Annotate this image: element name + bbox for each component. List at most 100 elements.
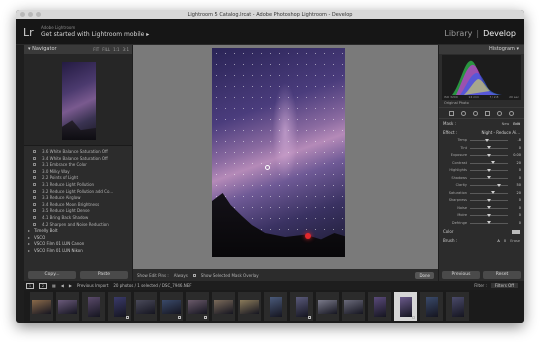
- slider-track[interactable]: [470, 168, 508, 172]
- history-step[interactable]: 2.2 Points of Light: [24, 175, 132, 182]
- history-step[interactable]: 3.4 White Balance Saturation Off: [24, 156, 132, 163]
- adjustment-brush-icon[interactable]: [509, 110, 515, 116]
- filmstrip-thumbnail[interactable]: [30, 292, 53, 321]
- slider-knob[interactable]: [490, 191, 495, 194]
- back-arrow-icon[interactable]: ◀: [61, 283, 64, 288]
- history-step[interactable]: 3.6 White Balance Saturation Off: [24, 149, 132, 156]
- history-step[interactable]: 3.5 Reduce Light Dense: [24, 208, 132, 215]
- slider-track[interactable]: [470, 146, 508, 149]
- slider-value[interactable]: 0: [519, 213, 521, 217]
- slider-value[interactable]: 20: [517, 161, 521, 165]
- edit-pins-select[interactable]: Always: [174, 273, 188, 278]
- filmstrip-thumbnail[interactable]: [264, 292, 287, 321]
- slider-noise[interactable]: Noise 0: [439, 205, 524, 213]
- copy-button[interactable]: Copy...: [28, 271, 76, 279]
- zoom-1-1[interactable]: 1:1: [113, 45, 119, 54]
- slider-knob[interactable]: [496, 183, 501, 187]
- zoom-fit[interactable]: FIT: [93, 45, 99, 54]
- slider-track[interactable]: [470, 161, 508, 164]
- slider-knob[interactable]: [487, 221, 491, 224]
- slider-value[interactable]: 0: [519, 198, 521, 202]
- history-step[interactable]: 3.2 Reduce Light Pollution add Co...: [24, 189, 132, 196]
- grid-icon[interactable]: ▦: [52, 283, 56, 288]
- filmstrip-thumbnail[interactable]: [316, 292, 339, 321]
- navigator-preview[interactable]: [24, 54, 132, 146]
- slider-saturation[interactable]: Saturation 20: [439, 190, 524, 198]
- slider-value[interactable]: 0: [519, 176, 521, 180]
- slider-knob[interactable]: [487, 153, 491, 157]
- filmstrip-thumbnail[interactable]: [82, 292, 105, 321]
- slider-value[interactable]: 0: [519, 146, 521, 150]
- filmstrip-thumbnail[interactable]: [108, 292, 131, 321]
- slider-track[interactable]: [470, 138, 508, 142]
- history-step[interactable]: 4.1 Bring Back Shadow: [24, 215, 132, 222]
- filmstrip-thumbnail[interactable]: [342, 292, 365, 321]
- filmstrip-thumbnail[interactable]: [160, 292, 183, 321]
- color-swatch[interactable]: [512, 229, 520, 234]
- filter-select[interactable]: Filters Off: [490, 283, 518, 288]
- mask-new[interactable]: New: [502, 122, 510, 126]
- paste-button[interactable]: Paste: [80, 271, 128, 279]
- slider-tint[interactable]: Tint 0: [439, 145, 524, 153]
- page-1-button[interactable]: 1: [26, 282, 34, 289]
- slider-knob[interactable]: [487, 198, 491, 202]
- preset-folder[interactable]: ▸ Timelly Bolt: [24, 228, 132, 235]
- slider-knob[interactable]: [487, 206, 491, 209]
- slider-knob[interactable]: [490, 161, 495, 164]
- history-step[interactable]: 3.4 Reduce Moon Brightness: [24, 202, 132, 209]
- slider-value[interactable]: 0: [519, 168, 521, 172]
- history-step[interactable]: 3.3 Reduce Airglow: [24, 195, 132, 202]
- filmstrip-thumbnail[interactable]: [186, 292, 209, 321]
- slider-defringe[interactable]: Defringe 0: [439, 220, 524, 228]
- slider-track[interactable]: [470, 221, 508, 224]
- forward-arrow-icon[interactable]: ▶: [69, 283, 72, 288]
- histogram-header[interactable]: Histogram ▾: [439, 45, 524, 54]
- reset-button[interactable]: Reset: [483, 271, 521, 279]
- slider-knob[interactable]: [487, 168, 491, 172]
- slider-moire[interactable]: Moire 0: [439, 212, 524, 220]
- filmstrip-thumbnail[interactable]: [134, 292, 157, 321]
- filmstrip-thumbnail[interactable]: [368, 292, 391, 321]
- history-step[interactable]: 3.1 Reduce Light Pollution: [24, 182, 132, 189]
- slider-track[interactable]: [470, 191, 508, 194]
- source-label[interactable]: Previous Import: [77, 283, 108, 288]
- slider-knob[interactable]: [485, 138, 490, 142]
- brush-pin-icon[interactable]: [265, 165, 270, 170]
- lightroom-mobile-link[interactable]: Get started with Lightroom mobile ▸: [41, 31, 149, 38]
- preset-folder[interactable]: ▸ VSCO: [24, 235, 132, 242]
- history-step[interactable]: 3.1 Embrace the Color: [24, 162, 132, 169]
- filmstrip-thumbnail[interactable]: [420, 292, 443, 321]
- filmstrip-thumbnail[interactable]: [290, 292, 313, 321]
- traffic-lights[interactable]: [20, 12, 41, 17]
- brush-a[interactable]: A: [497, 239, 499, 243]
- brush-erase[interactable]: Erase: [510, 239, 520, 243]
- effect-preset-select[interactable]: Night - Reduce Ai...: [482, 130, 520, 135]
- filmstrip-thumbnail[interactable]: [446, 292, 469, 321]
- slider-shadows[interactable]: Shadows 0: [439, 175, 524, 183]
- milky-way-photo[interactable]: [212, 48, 345, 257]
- history-step[interactable]: 4.2 Sharpen and Noise Reduction: [24, 222, 132, 229]
- slider-value[interactable]: 0: [519, 206, 521, 210]
- slider-track[interactable]: [470, 213, 508, 217]
- filmstrip-thumbnail[interactable]: [212, 292, 235, 321]
- done-button[interactable]: Done: [415, 271, 434, 279]
- slider-value[interactable]: 0: [519, 221, 521, 225]
- filmstrip-thumbnail[interactable]: [56, 292, 79, 321]
- page-2-button[interactable]: 2: [39, 282, 47, 289]
- slider-exposure[interactable]: Exposure 0.00: [439, 152, 524, 160]
- brush-b[interactable]: B: [504, 239, 506, 243]
- slider-clarity[interactable]: Clarity 50: [439, 182, 524, 190]
- slider-highlights[interactable]: Highlights 0: [439, 167, 524, 175]
- zoom-fill[interactable]: FILL: [102, 45, 110, 54]
- module-library[interactable]: Library: [444, 29, 472, 38]
- slider-knob[interactable]: [487, 213, 491, 217]
- filmstrip-thumbnail[interactable]: [238, 292, 261, 321]
- slider-value[interactable]: 0.00: [513, 153, 521, 157]
- histogram[interactable]: ISO 3200 14 mm f / 2.8 20 sec: [442, 55, 521, 100]
- radial-filter-icon[interactable]: [497, 110, 503, 116]
- slider-track[interactable]: [470, 153, 508, 157]
- filmstrip-thumbnail[interactable]: [394, 292, 417, 321]
- preset-folder[interactable]: ▸ VSCO Film 01 LUN Canon: [24, 241, 132, 248]
- slider-value[interactable]: -8: [518, 138, 522, 142]
- slider-track[interactable]: [470, 183, 508, 187]
